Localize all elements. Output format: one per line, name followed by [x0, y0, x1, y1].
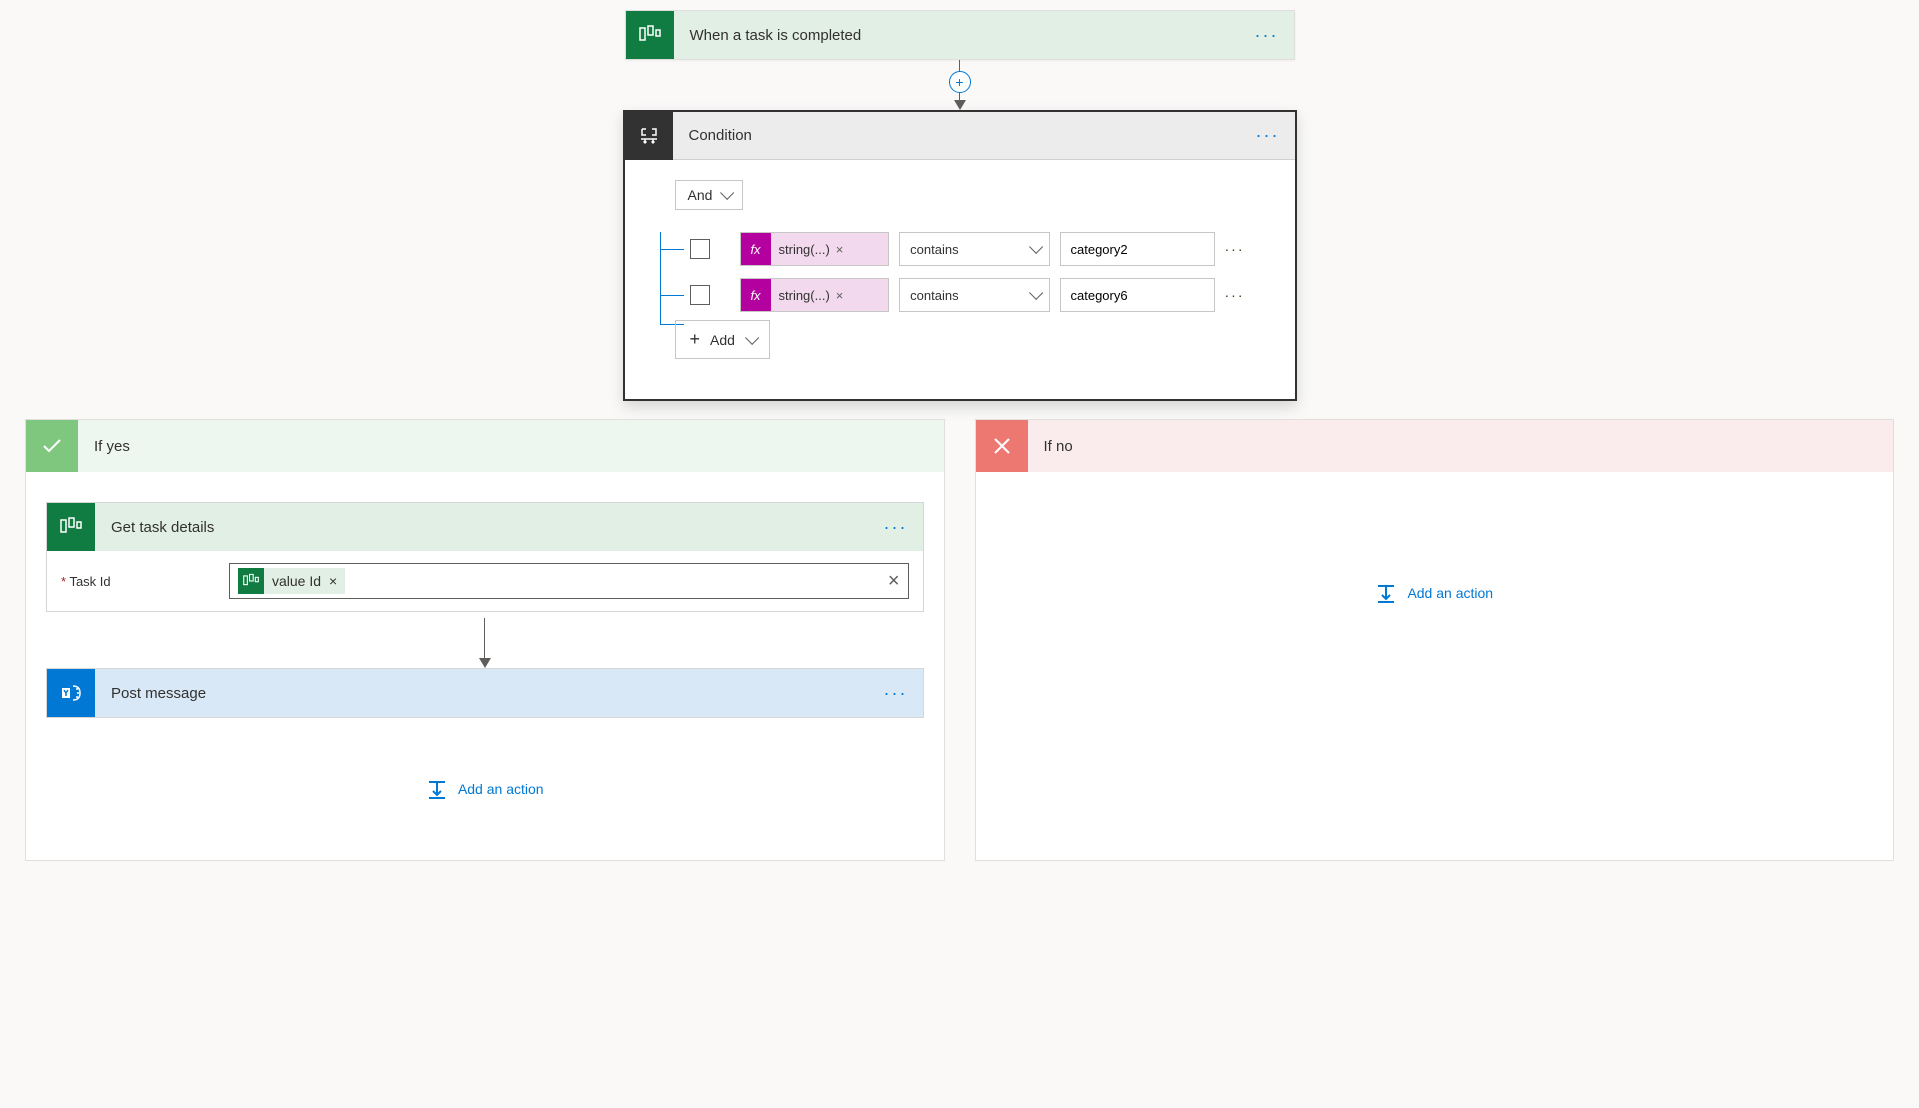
condition-icon — [625, 112, 673, 160]
planner-icon — [626, 11, 674, 59]
add-condition-button[interactable]: + Add — [675, 320, 770, 359]
trigger-title: When a task is completed — [674, 27, 862, 44]
check-icon — [26, 420, 78, 472]
add-action-icon — [426, 778, 448, 800]
remove-expression[interactable]: × — [830, 242, 850, 257]
planner-icon — [47, 503, 95, 551]
condition-row: fx string(...) × contains ··· — [690, 278, 1245, 312]
token-label: value Id — [272, 573, 321, 589]
row-menu[interactable]: ··· — [1225, 241, 1245, 257]
add-action-no[interactable]: Add an action — [1375, 582, 1493, 604]
get-task-menu[interactable]: ··· — [884, 517, 908, 538]
chevron-down-icon — [745, 330, 759, 344]
value-input[interactable] — [1060, 278, 1215, 312]
row-checkbox[interactable] — [690, 285, 710, 305]
expression-input[interactable]: fx string(...) × — [740, 278, 890, 312]
condition-card[interactable]: Condition ··· And fx string(...) × — [623, 110, 1297, 401]
condition-header: Condition ··· — [625, 112, 1295, 160]
row-menu[interactable]: ··· — [1225, 287, 1245, 303]
chevron-down-icon — [720, 186, 734, 200]
if-yes-header: If yes — [26, 420, 944, 472]
chevron-down-icon — [1029, 240, 1043, 254]
fx-badge: fx — [741, 279, 771, 311]
if-no-header: If no — [976, 420, 1894, 472]
plus-icon: + — [690, 329, 701, 350]
post-message-card[interactable]: Post message ··· — [46, 668, 924, 718]
add-action-label: Add an action — [1407, 585, 1493, 601]
yammer-icon — [47, 669, 95, 717]
expression-value: string(...) × — [771, 233, 889, 265]
operator-label: contains — [910, 242, 958, 257]
add-action-yes[interactable]: Add an action — [426, 778, 544, 800]
branches-container: If yes Get task details ··· * — [25, 419, 1894, 861]
operator-label: contains — [910, 288, 958, 303]
trigger-header: When a task is completed ··· — [626, 11, 1294, 59]
if-yes-branch: If yes Get task details ··· * — [25, 419, 945, 861]
task-id-input[interactable]: value Id × × — [229, 563, 909, 599]
required-star: * — [61, 574, 66, 589]
connector-2 — [479, 618, 491, 668]
condition-menu[interactable]: ··· — [1256, 125, 1280, 146]
condition-body: And fx string(...) × contains — [625, 160, 1295, 399]
trigger-card[interactable]: When a task is completed ··· — [625, 10, 1295, 60]
add-label: Add — [710, 332, 735, 348]
if-no-body: Add an action — [976, 472, 1894, 624]
get-task-header: Get task details ··· — [47, 503, 923, 551]
operator-select[interactable]: contains — [899, 278, 1049, 312]
post-message-header: Post message ··· — [47, 669, 923, 717]
get-task-title: Get task details — [95, 519, 214, 536]
close-icon — [976, 420, 1028, 472]
trigger-menu[interactable]: ··· — [1255, 25, 1279, 46]
get-task-details-card[interactable]: Get task details ··· * Task Id — [46, 502, 924, 612]
remove-token[interactable]: × — [329, 573, 337, 589]
chevron-down-icon — [1029, 286, 1043, 300]
if-no-title: If no — [1028, 420, 1894, 472]
operator-select[interactable]: contains — [899, 232, 1049, 266]
add-step-button[interactable]: + — [949, 71, 971, 93]
planner-icon — [238, 568, 264, 594]
clear-input[interactable]: × — [888, 570, 900, 593]
add-action-icon — [1375, 582, 1397, 604]
expression-value: string(...) × — [771, 279, 889, 311]
condition-rows: fx string(...) × contains ··· — [660, 232, 1245, 324]
condition-row: fx string(...) × contains ··· — [690, 232, 1245, 266]
expression-input[interactable]: fx string(...) × — [740, 232, 890, 266]
if-yes-title: If yes — [78, 420, 944, 472]
task-id-row: * Task Id value Id × × — [47, 551, 923, 611]
if-no-branch: If no Add an action — [975, 419, 1895, 861]
flow-canvas: When a task is completed ··· + Condition… — [25, 10, 1894, 861]
tree-branch — [660, 295, 684, 296]
connector-1: + — [954, 60, 966, 110]
logical-operator-select[interactable]: And — [675, 180, 744, 210]
add-action-label: Add an action — [458, 781, 544, 797]
dynamic-token[interactable]: value Id × — [238, 568, 345, 594]
post-message-title: Post message — [95, 685, 206, 702]
task-id-label: * Task Id — [61, 574, 211, 589]
row-checkbox[interactable] — [690, 239, 710, 259]
remove-expression[interactable]: × — [830, 288, 850, 303]
fx-badge: fx — [741, 233, 771, 265]
logical-operator-label: And — [688, 187, 713, 203]
value-input[interactable] — [1060, 232, 1215, 266]
tree-branch — [660, 249, 684, 250]
post-message-menu[interactable]: ··· — [884, 683, 908, 704]
condition-title: Condition — [673, 127, 752, 144]
if-yes-body: Get task details ··· * Task Id — [26, 472, 944, 820]
